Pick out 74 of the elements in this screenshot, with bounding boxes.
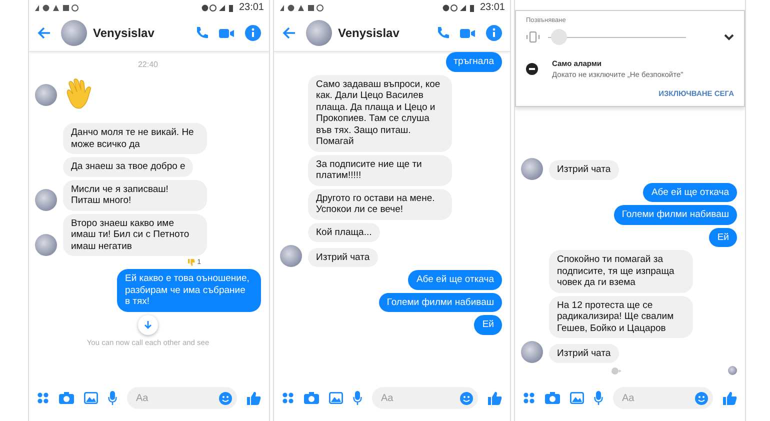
chevron-down-icon[interactable]: [724, 34, 734, 40]
arrow-down-icon: [143, 320, 153, 330]
video-camera-icon[interactable]: [460, 28, 476, 38]
received-message: На 12 протеста ще се радикализира! Ще свалим Гешев, Бойко и Цацаров: [549, 296, 693, 338]
vibrate-icon[interactable]: [526, 31, 540, 43]
thumbs-up-icon[interactable]: [247, 391, 261, 405]
avatar: [35, 84, 57, 106]
contact-name: Venysislav: [338, 26, 400, 40]
sent-message: Големи филми набиваш: [378, 292, 502, 312]
message-field[interactable]: Aa: [127, 387, 237, 409]
phone-icon[interactable]: [195, 26, 209, 40]
message-field[interactable]: Aa: [613, 387, 713, 409]
menu-dots-icon[interactable]: [282, 392, 294, 404]
back-icon[interactable]: [37, 27, 51, 39]
sent-message: Ей: [709, 228, 737, 247]
thumbs-up-icon[interactable]: [723, 391, 737, 405]
back-icon[interactable]: [282, 27, 296, 39]
microphone-icon[interactable]: [353, 391, 362, 405]
sent-message: тръгнала: [446, 52, 502, 72]
avatar: [61, 20, 87, 46]
avatar: [521, 341, 543, 363]
received-message: Второ знаеш какво име имаш ти! Бил си с Петното имаш негатив: [63, 214, 207, 256]
received-message: Само задаваш въпроси, кое как. Дали Цецо Василев плаща. Да плаща и Цецо и Прокопиев. Там се слуша във тях. Защо питаш. Помагай: [308, 74, 452, 152]
received-message: Другото го остави на мене. Успокои ли се вече!: [308, 188, 452, 220]
contact-name: Venysislav: [93, 26, 154, 40]
timestamp: 22:40: [138, 60, 158, 69]
menu-dots-icon[interactable]: [523, 392, 535, 404]
status-time: 23:01: [480, 2, 505, 13]
notification-icons-drawing: [279, 4, 325, 12]
video-camera-icon[interactable]: [219, 28, 235, 38]
received-message: Данчо моля те не викай. Не може всичко да: [63, 123, 207, 154]
phone-icon[interactable]: [436, 26, 450, 40]
menu-dots-icon[interactable]: [37, 392, 49, 404]
notification-icons-drawing: [34, 4, 80, 12]
info-icon[interactable]: [245, 25, 261, 41]
sent-message: Абе ей ще откача: [408, 270, 502, 290]
avatar: [521, 158, 543, 180]
system-icons-drawing: [442, 4, 476, 12]
sent-message: Абе ей ще откача: [643, 182, 737, 202]
image-icon[interactable]: [329, 392, 343, 404]
emoji-icon[interactable]: [695, 392, 708, 404]
emoji-icon[interactable]: [460, 392, 473, 404]
received-message: Да знаеш за твое добро е: [63, 157, 194, 176]
info-icon[interactable]: [486, 25, 502, 41]
scroll-down-button[interactable]: [138, 314, 158, 334]
received-message: Кой плаща...: [308, 222, 380, 242]
seen-avatar: [728, 366, 737, 375]
camera-icon[interactable]: [59, 392, 74, 404]
received-message: Изтрий чата: [549, 160, 619, 180]
emoji-icon[interactable]: [219, 392, 232, 404]
received-message: Изтрий чата: [549, 344, 619, 363]
camera-icon[interactable]: [545, 392, 560, 404]
avatar: [35, 188, 57, 210]
sent-message: Ей: [474, 315, 502, 334]
avatar: [280, 245, 302, 267]
avatar: [306, 20, 332, 46]
sent-message: Ей какво е това оъношение, разбирам че има събрание в тях!: [117, 269, 261, 312]
avatar: [35, 234, 57, 256]
thumbs-down-icon: [188, 259, 196, 266]
thumbs-up-icon[interactable]: [488, 391, 502, 405]
image-icon[interactable]: [570, 392, 584, 404]
received-message: Спокойно ти помагай за подписите, тя ще изпраща човек да ги вземa: [549, 250, 693, 292]
received-message: За подписите ние ще ти платим!!!!!: [308, 154, 452, 186]
received-message: Изтрий чата: [308, 248, 378, 267]
message-field[interactable]: Aa: [372, 387, 478, 409]
sent-message: Големи филми набиваш: [614, 205, 737, 224]
camera-icon[interactable]: [304, 392, 319, 404]
microphone-icon[interactable]: [108, 391, 117, 405]
system-icons-drawing: [200, 4, 235, 12]
do-not-disturb-icon: [526, 63, 538, 75]
received-message: Мисли че я записваш! Питаш много!: [63, 180, 207, 210]
microphone-icon[interactable]: [594, 391, 603, 405]
image-icon[interactable]: [84, 392, 98, 404]
status-time: 23:01: [238, 2, 264, 13]
